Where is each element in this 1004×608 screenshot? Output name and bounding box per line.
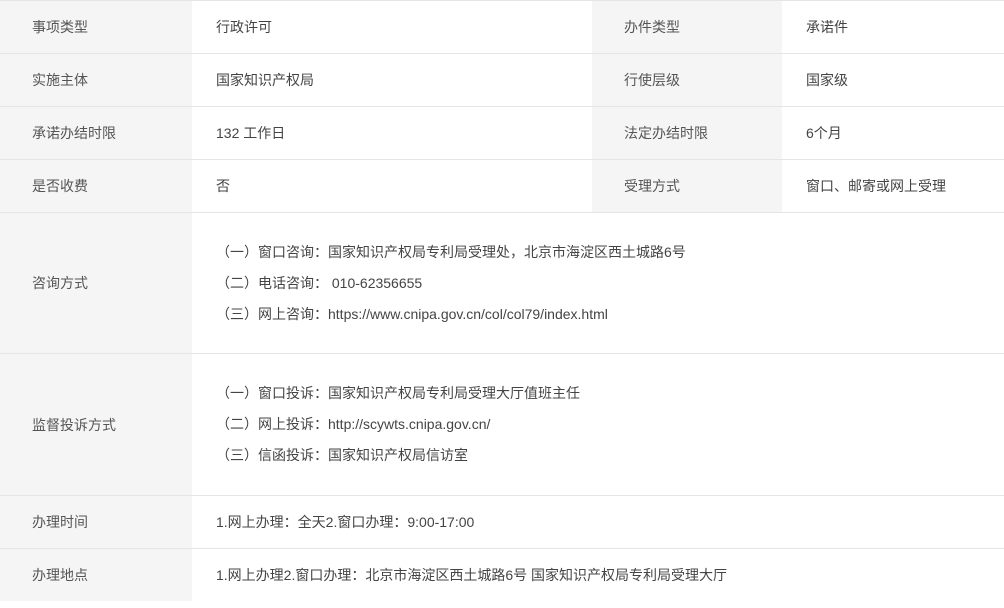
label-level: 行使层级 — [592, 53, 782, 106]
label-fee: 是否收费 — [0, 159, 192, 212]
table-row: 事项类型 行政许可 办件类型 承诺件 — [0, 0, 1004, 53]
value-level: 国家级 — [782, 53, 1004, 106]
value-accept-method: 窗口、邮寄或网上受理 — [782, 159, 1004, 212]
consult-line-1: （一）窗口咨询：国家知识产权局专利局受理处，北京市海淀区西土城路6号 — [216, 237, 1004, 268]
value-legal-time: 6个月 — [782, 106, 1004, 159]
consult-line-2: （二）电话咨询： 010-62356655 — [216, 268, 1004, 299]
complaint-line-3: （三）信函投诉：国家知识产权局信访室 — [216, 440, 1004, 471]
label-case-type: 办件类型 — [592, 0, 782, 53]
value-item-type: 行政许可 — [192, 0, 592, 53]
value-complaint-method: （一）窗口投诉：国家知识产权局专利局受理大厅值班主任 （二）网上投诉：http:… — [192, 353, 1004, 494]
table-row: 办理地点 1.网上办理2.窗口办理：北京市海淀区西土城路6号 国家知识产权局专利… — [0, 548, 1004, 601]
label-legal-time: 法定办结时限 — [592, 106, 782, 159]
label-consult-method: 咨询方式 — [0, 212, 192, 353]
value-hours: 1.网上办理：全天2.窗口办理：9:00-17:00 — [192, 495, 1004, 548]
table-row: 咨询方式 （一）窗口咨询：国家知识产权局专利局受理处，北京市海淀区西土城路6号 … — [0, 212, 1004, 353]
value-case-type: 承诺件 — [782, 0, 1004, 53]
label-complaint-method: 监督投诉方式 — [0, 353, 192, 494]
info-table: 事项类型 行政许可 办件类型 承诺件 实施主体 国家知识产权局 行使层级 国家级… — [0, 0, 1004, 601]
value-promise-time: 132 工作日 — [192, 106, 592, 159]
label-implementer: 实施主体 — [0, 53, 192, 106]
table-row: 是否收费 否 受理方式 窗口、邮寄或网上受理 — [0, 159, 1004, 212]
value-consult-method: （一）窗口咨询：国家知识产权局专利局受理处，北京市海淀区西土城路6号 （二）电话… — [192, 212, 1004, 353]
complaint-line-2: （二）网上投诉：http://scywts.cnipa.gov.cn/ — [216, 409, 1004, 440]
label-promise-time: 承诺办结时限 — [0, 106, 192, 159]
value-location: 1.网上办理2.窗口办理：北京市海淀区西土城路6号 国家知识产权局专利局受理大厅 — [192, 548, 1004, 601]
label-location: 办理地点 — [0, 548, 192, 601]
label-item-type: 事项类型 — [0, 0, 192, 53]
table-row: 实施主体 国家知识产权局 行使层级 国家级 — [0, 53, 1004, 106]
value-fee: 否 — [192, 159, 592, 212]
table-row: 监督投诉方式 （一）窗口投诉：国家知识产权局专利局受理大厅值班主任 （二）网上投… — [0, 353, 1004, 494]
table-row: 承诺办结时限 132 工作日 法定办结时限 6个月 — [0, 106, 1004, 159]
value-implementer: 国家知识产权局 — [192, 53, 592, 106]
complaint-line-1: （一）窗口投诉：国家知识产权局专利局受理大厅值班主任 — [216, 378, 1004, 409]
label-accept-method: 受理方式 — [592, 159, 782, 212]
label-hours: 办理时间 — [0, 495, 192, 548]
consult-line-3: （三）网上咨询：https://www.cnipa.gov.cn/col/col… — [216, 299, 1004, 330]
table-row: 办理时间 1.网上办理：全天2.窗口办理：9:00-17:00 — [0, 495, 1004, 548]
